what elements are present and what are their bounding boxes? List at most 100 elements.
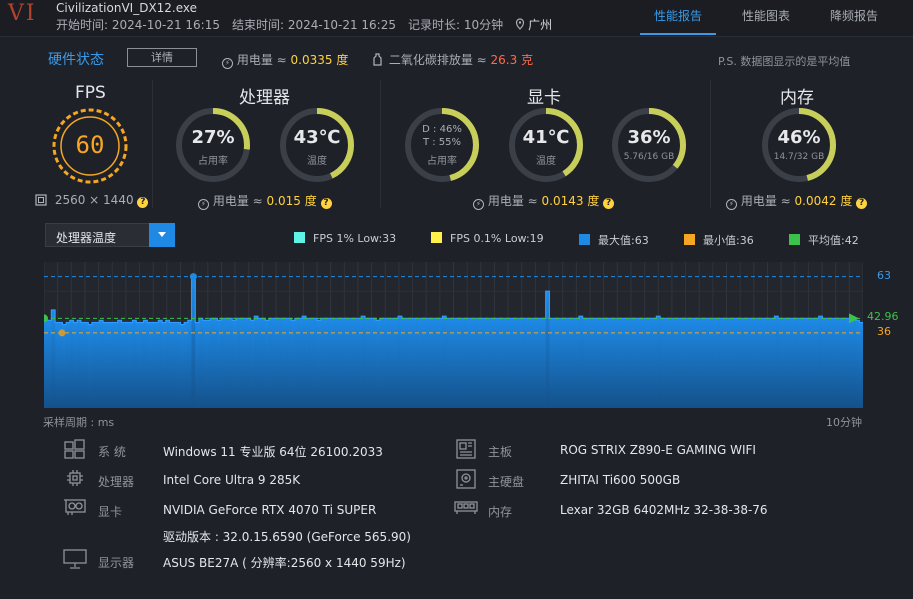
cpu-info-value: Intel Core Ultra 9 285K [163, 473, 301, 487]
cpu-temp-gauge: 43℃ 温度 [278, 106, 356, 184]
data-bar [733, 318, 738, 408]
data-bar [305, 318, 310, 408]
metric-select[interactable]: 处理器温度 [45, 223, 175, 247]
data-bar [55, 322, 60, 408]
data-bar [324, 318, 329, 408]
data-bar [822, 318, 827, 408]
data-bar [165, 320, 170, 408]
gpu-temp-value: 41℃ [522, 127, 570, 148]
data-bar [265, 320, 270, 408]
data-bar [851, 318, 856, 408]
data-bar [442, 316, 447, 408]
fps-title: FPS [75, 83, 106, 103]
data-bar [840, 318, 845, 408]
data-bar [128, 322, 133, 408]
data-bar [457, 318, 462, 408]
data-bar [634, 318, 639, 408]
data-bar [811, 318, 816, 408]
help-icon[interactable]: ? [856, 198, 868, 209]
data-bar [685, 318, 690, 408]
fps-resolution: 2560 × 1440 ? [35, 193, 149, 208]
data-bar [287, 318, 292, 408]
data-bar [235, 318, 240, 408]
section-divider [152, 80, 153, 208]
memory-usage-gauge: 46% 14.7/32 GB [760, 106, 838, 184]
location: 广州 [515, 18, 552, 32]
data-bar [652, 318, 657, 408]
data-bar [763, 318, 768, 408]
data-bar [66, 322, 71, 408]
dropdown-toggle[interactable] [149, 223, 175, 247]
legend-swatch [789, 234, 800, 245]
gpu-power: ⚡ 用电量 ≈ 0.0143 度 ? [473, 192, 615, 210]
data-bar [80, 322, 85, 408]
data-bar [431, 318, 436, 408]
gpu-card-icon [64, 499, 86, 515]
data-bar [785, 318, 790, 408]
data-bar [276, 318, 281, 408]
tab-performance-report[interactable]: 性能报告 [654, 7, 702, 24]
help-icon[interactable]: ? [137, 197, 149, 208]
data-bar [398, 316, 403, 408]
cpu-temperature-chart[interactable] [44, 262, 863, 408]
data-bar [69, 320, 74, 408]
help-icon[interactable]: ? [603, 198, 615, 209]
data-bar [460, 318, 465, 408]
data-bar [792, 318, 797, 408]
data-bar [280, 318, 285, 408]
legend-item: 平均值:42 [789, 232, 859, 248]
data-bar [593, 318, 598, 408]
data-bar [342, 318, 347, 408]
data-bar [121, 322, 126, 408]
data-bar [527, 318, 532, 408]
data-bar [103, 322, 108, 408]
os-value: Windows 11 专业版 64位 26100.2033 [163, 445, 383, 459]
data-bar [567, 318, 572, 408]
data-bar [538, 318, 543, 408]
tab-performance-chart[interactable]: 性能图表 [742, 7, 790, 24]
details-button[interactable]: 详情 [127, 48, 197, 67]
monitor-icon [63, 549, 87, 569]
memory-stick-icon [454, 501, 478, 514]
tab-throttle-report[interactable]: 降频报告 [830, 7, 878, 24]
data-bar [88, 324, 93, 408]
gpu-vram-label: 5.76/16 GB [623, 152, 675, 162]
data-bar [829, 318, 834, 408]
data-bar [254, 316, 259, 408]
data-bar [744, 318, 749, 408]
help-icon[interactable]: ? [320, 198, 332, 209]
data-bar [387, 318, 392, 408]
data-bar [257, 318, 262, 408]
data-bar [169, 322, 174, 408]
memory-power-label: 用电量 ≈ [740, 194, 791, 208]
data-bar [711, 318, 716, 408]
cpu-info-label: 处理器 [98, 475, 135, 489]
data-bar [95, 322, 100, 408]
data-bar [331, 318, 336, 408]
legend-item: 最小值:36 [684, 232, 754, 248]
data-bar [582, 318, 587, 408]
data-bar [523, 318, 528, 408]
legend-label: FPS 1% Low:33 [313, 232, 397, 245]
data-bar [353, 318, 358, 408]
data-bar [435, 318, 440, 408]
data-bar [612, 318, 617, 408]
data-bar [807, 318, 812, 408]
data-bar [704, 318, 709, 408]
total-power-label: 用电量 ≈ [236, 53, 287, 67]
data-bar [815, 318, 820, 408]
cpu-usage-value: 27% [191, 127, 235, 148]
data-bar [556, 318, 561, 408]
power-icon: ⚡ [222, 58, 233, 69]
legend-label: FPS 0.1% Low:19 [450, 232, 544, 245]
legend-item: 最大值:63 [579, 232, 649, 248]
data-bar [180, 324, 185, 408]
data-bar [228, 318, 233, 408]
data-bar [405, 318, 410, 408]
data-bar [844, 318, 849, 408]
gpu-temp-gauge: 41℃ 温度 [507, 106, 585, 184]
data-bar [656, 316, 661, 408]
data-bar [221, 318, 226, 408]
data-bar [752, 318, 757, 408]
data-bar [623, 318, 628, 408]
